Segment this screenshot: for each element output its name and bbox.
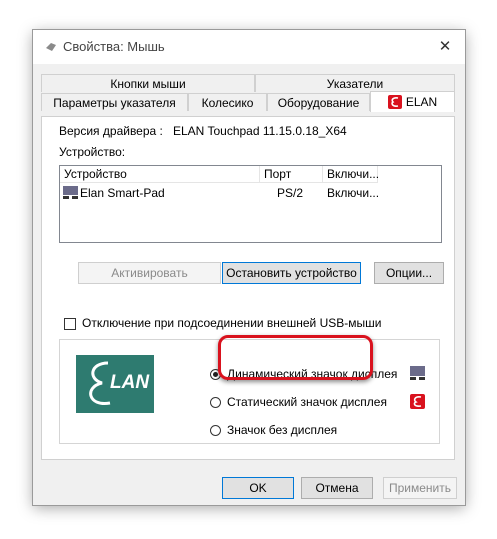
window-title: Свойства: Мышь <box>63 39 165 54</box>
static-display-icon <box>410 394 425 409</box>
mouse-properties-dialog: Свойства: Мышь ✕ Кнопки мыши Указатели П… <box>33 30 465 505</box>
mouse-icon <box>46 43 56 51</box>
device-label: Устройство: <box>59 145 126 159</box>
radio-static-label: Статический значок дисплея <box>227 395 387 409</box>
column-header-enabled[interactable]: Включи... <box>323 166 379 183</box>
device-name-cell: Elan Smart-Pad <box>80 186 165 200</box>
tab-pointer-options[interactable]: Параметры указателя <box>41 93 188 111</box>
port-cell: PS/2 <box>277 186 304 200</box>
tab-wheel[interactable]: Колесико <box>188 93 267 111</box>
elan-tab-icon <box>387 95 402 109</box>
tab-mouse-buttons[interactable]: Кнопки мыши <box>41 74 255 92</box>
title-bar: Свойства: Мышь ✕ <box>33 30 465 64</box>
radio-no-display[interactable] <box>210 425 221 436</box>
tab-row-front: Параметры указателя Колесико Оборудовани… <box>41 91 455 112</box>
dynamic-display-icon <box>410 366 425 380</box>
elan-logo-text: LAN <box>110 372 150 393</box>
radio-static-icon[interactable] <box>210 397 221 408</box>
radio-selected-dot <box>213 372 218 377</box>
tab-elan[interactable]: ELAN <box>370 91 455 112</box>
tab-pointers[interactable]: Указатели <box>255 74 455 92</box>
driver-version-label: Версия драйвера : <box>59 124 163 138</box>
enabled-cell: Включи... <box>327 186 380 200</box>
driver-version-value: ELAN Touchpad 11.15.0.18_X64 <box>173 124 347 138</box>
usb-disable-checkbox[interactable] <box>64 318 76 330</box>
radio-no-display-label: Значок без дисплея <box>227 423 338 437</box>
elan-tab-panel: Версия драйвера : ELAN Touchpad 11.15.0.… <box>41 116 455 460</box>
cancel-button[interactable]: Отмена <box>301 477 373 499</box>
elan-logo: LAN <box>76 355 154 413</box>
activate-device-button[interactable]: Активировать устройство <box>78 262 221 284</box>
column-header-device[interactable]: Устройство <box>60 166 260 183</box>
ok-button[interactable]: OK <box>222 477 294 499</box>
close-button[interactable]: ✕ <box>425 30 465 64</box>
device-list[interactable]: Устройство Порт Включи... Elan Smart-Pad… <box>59 165 442 243</box>
apply-button[interactable]: Применить <box>383 477 457 499</box>
options-button[interactable]: Опции... <box>374 262 444 284</box>
tab-row-back: Кнопки мыши Указатели <box>41 74 455 92</box>
stop-button-highlight <box>218 335 373 380</box>
stop-device-button[interactable]: Остановить устройство <box>222 262 361 284</box>
column-header-port[interactable]: Порт <box>260 166 323 183</box>
tab-elan-label: ELAN <box>405 95 438 109</box>
touchpad-icon <box>63 186 78 199</box>
usb-disable-label: Отключение при подсоединении внешней USB… <box>82 316 382 330</box>
table-row[interactable]: Elan Smart-Pad PS/2 Включи... <box>60 184 441 202</box>
tab-hardware[interactable]: Оборудование <box>267 93 370 111</box>
